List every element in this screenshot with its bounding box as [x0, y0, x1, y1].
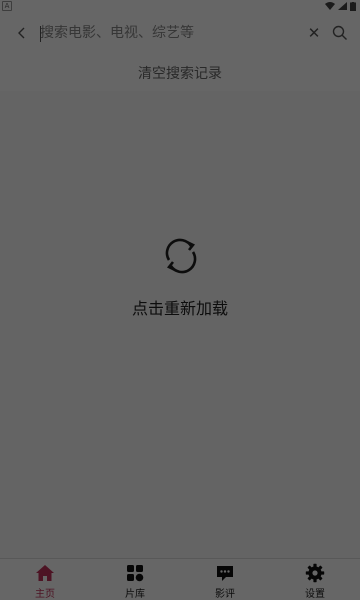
comment-icon — [217, 566, 233, 581]
close-icon: ✕ — [307, 24, 321, 42]
search-icon — [332, 25, 347, 40]
nav-item-settings[interactable]: 设置 — [270, 559, 360, 600]
status-bar: A — [0, 0, 360, 12]
nav-item-comments[interactable]: 影评 — [180, 559, 270, 600]
back-button[interactable] — [10, 21, 34, 45]
home-icon — [36, 565, 54, 581]
search-header: ✕ — [0, 12, 360, 54]
search-button[interactable] — [328, 21, 352, 45]
wifi-icon — [325, 2, 335, 10]
signal-icon — [338, 2, 347, 10]
content-area: 点击重新加载 — [0, 92, 360, 558]
chevron-left-icon — [18, 27, 25, 39]
reload-label[interactable]: 点击重新加载 — [0, 295, 360, 319]
text-cursor — [40, 26, 41, 42]
nav-label-comments: 影评 — [215, 589, 235, 600]
nav-label-library: 片库 — [125, 589, 145, 600]
notification-icon: A — [2, 1, 12, 11]
clear-history-button[interactable]: 清空搜索记录 — [0, 54, 360, 91]
nav-label-home: 主页 — [35, 589, 55, 600]
refresh-icon[interactable] — [160, 235, 202, 277]
nav-item-library[interactable]: 片库 — [90, 559, 180, 600]
clear-input-button[interactable]: ✕ — [302, 21, 326, 45]
library-icon — [127, 565, 144, 582]
nav-label-settings: 设置 — [305, 589, 325, 600]
nav-item-home[interactable]: 主页 — [0, 559, 90, 600]
bottom-nav: 主页 片库 影评 设置 — [0, 558, 360, 600]
clear-history-label: 清空搜索记录 — [138, 65, 222, 82]
battery-icon — [350, 1, 356, 11]
settings-icon — [305, 563, 325, 583]
status-icons — [325, 1, 356, 11]
screen: A ✕ — [0, 0, 360, 600]
search-input[interactable] — [40, 20, 296, 46]
